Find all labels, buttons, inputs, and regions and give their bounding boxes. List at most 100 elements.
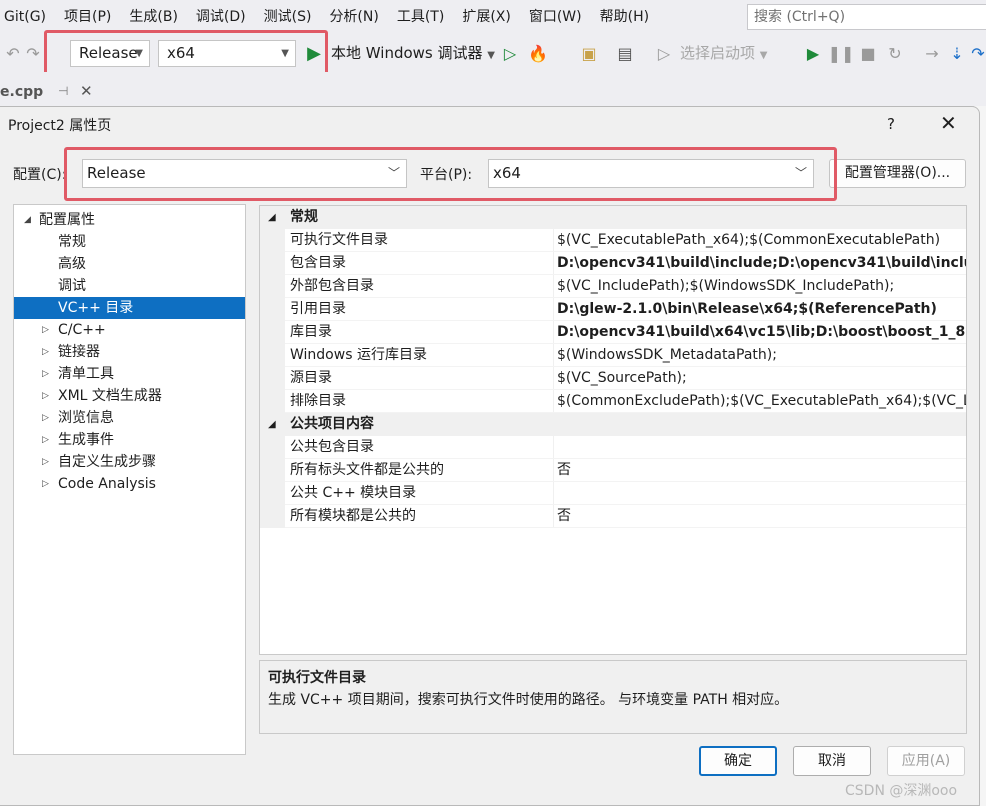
window-icon[interactable]: ▤	[614, 34, 636, 72]
property-value[interactable]: D:\glew-2.1.0\bin\Release\x64;$(Referenc…	[557, 298, 966, 321]
property-name: 源目录	[290, 370, 332, 386]
search-input[interactable]: 搜索 (Ctrl+Q)	[747, 4, 986, 30]
tree-item[interactable]: ▷ C/C++	[14, 319, 245, 341]
column-separator	[553, 367, 554, 390]
row-gutter	[260, 390, 285, 413]
select-startup-item[interactable]: 选择启动项 ▼	[680, 34, 768, 72]
tree-item[interactable]: 高级	[14, 253, 245, 275]
stop-icon[interactable]: ■	[858, 34, 878, 72]
menu-item[interactable]: 扩展(X)	[453, 0, 520, 34]
help-button[interactable]: ?	[887, 115, 895, 133]
property-row[interactable]: 排除目录 $(CommonExcludePath);$(VC_Executable…	[260, 390, 966, 413]
close-icon[interactable]: ✕	[940, 111, 957, 135]
pin-icon[interactable]: ⊣	[58, 84, 68, 98]
menu-item[interactable]: 调试(D)	[187, 0, 255, 34]
hot-reload-icon[interactable]: 🔥	[527, 34, 549, 72]
menu-item[interactable]: 帮助(H)	[591, 0, 658, 34]
tree-item[interactable]: ▷ Code Analysis	[14, 473, 245, 495]
step-over-icon[interactable]: ↷	[970, 34, 986, 72]
column-separator	[553, 275, 554, 298]
property-row[interactable]: 库目录 D:\opencv341\build\x64\vc15\lib;D:\bo…	[260, 321, 966, 344]
property-row[interactable]: 公共 C++ 模块目录	[260, 482, 966, 505]
property-value[interactable]: $(VC_SourcePath);	[557, 367, 966, 390]
configuration-manager-button[interactable]: 配置管理器(O)...	[829, 159, 966, 188]
pause-icon[interactable]: ❚❚	[828, 34, 855, 72]
step-arrow-icon[interactable]: →	[922, 34, 942, 72]
tree-item[interactable]: ▷ 链接器	[14, 341, 245, 363]
tree-item-label: 自定义生成步骤	[58, 454, 156, 470]
property-value[interactable]: 否	[557, 459, 966, 482]
row-gutter	[260, 459, 285, 482]
tree-item[interactable]: 常规	[14, 231, 245, 253]
close-tab-icon[interactable]: ✕	[80, 84, 93, 100]
continue-icon[interactable]: ▶	[803, 34, 823, 72]
tree-item[interactable]: 调试	[14, 275, 245, 297]
property-value[interactable]: 否	[557, 505, 966, 528]
category-row[interactable]: ◢ 常规	[260, 206, 966, 229]
menu-item[interactable]: 窗口(W)	[520, 0, 591, 34]
property-row[interactable]: 所有模块都是公共的 否	[260, 505, 966, 528]
back-icon[interactable]: ↶	[2, 34, 24, 72]
property-value[interactable]: D:\opencv341\build\x64\vc15\lib;D:\boost…	[557, 321, 966, 344]
column-separator	[553, 482, 554, 505]
redo-icon[interactable]: ↷	[22, 34, 44, 72]
menu-item[interactable]: 测试(S)	[255, 0, 321, 34]
property-row[interactable]: 所有标头文件都是公共的 否	[260, 459, 966, 482]
property-value[interactable]: $(VC_IncludePath);$(WindowsSDK_IncludePa…	[557, 275, 966, 298]
tree-item[interactable]: ▷ 自定义生成步骤	[14, 451, 245, 473]
menu-item[interactable]: Git(G)	[0, 0, 55, 34]
category-row[interactable]: ◢ 公共项目内容	[260, 413, 966, 436]
start-item-icon[interactable]: ▷	[655, 34, 673, 72]
property-row[interactable]: 公共包含目录	[260, 436, 966, 459]
property-value[interactable]: D:\opencv341\build\include;D:\opencv341\…	[557, 252, 966, 275]
property-row[interactable]: 包含目录 D:\opencv341\build\include;D:\opencv…	[260, 252, 966, 275]
menu-item[interactable]: 工具(T)	[388, 0, 453, 34]
expand-icon[interactable]: ▷	[42, 451, 49, 473]
description-title: 可执行文件目录	[268, 670, 366, 686]
menu-item[interactable]: 生成(B)	[120, 0, 187, 34]
tree-item[interactable]: ◢ 配置属性	[14, 209, 245, 231]
expand-icon[interactable]: ▷	[42, 341, 49, 363]
expand-icon[interactable]: ▷	[42, 429, 49, 451]
row-gutter	[260, 482, 285, 505]
collapse-icon[interactable]: ◢	[24, 209, 31, 231]
tree-item[interactable]: ▷ 浏览信息	[14, 407, 245, 429]
restart-icon[interactable]: ↻	[884, 34, 906, 72]
property-value[interactable]: $(CommonExcludePath);$(VC_ExecutablePath…	[557, 390, 966, 413]
expand-icon[interactable]: ▷	[42, 385, 49, 407]
collapse-icon[interactable]: ◢	[268, 206, 276, 229]
menu-item[interactable]: 分析(N)	[320, 0, 387, 34]
property-value[interactable]: $(WindowsSDK_MetadataPath);	[557, 344, 966, 367]
tree-item[interactable]: ▷ 生成事件	[14, 429, 245, 451]
property-value[interactable]: $(VC_ExecutablePath_x64);$(CommonExecuta…	[557, 229, 966, 252]
property-row[interactable]: 引用目录 D:\glew-2.1.0\bin\Release\x64;$(Refe…	[260, 298, 966, 321]
start-debug-icon[interactable]: ▶	[303, 34, 325, 72]
expand-icon[interactable]: ▷	[42, 363, 49, 385]
property-row[interactable]: 源目录 $(VC_SourcePath);	[260, 367, 966, 390]
ok-button[interactable]: 确定	[699, 746, 777, 776]
folder-search-icon[interactable]: ▣	[578, 34, 600, 72]
collapse-icon[interactable]: ◢	[268, 413, 276, 436]
cancel-button[interactable]: 取消	[793, 746, 871, 776]
run-debugger-button[interactable]: 本地 Windows 调试器 ▼	[331, 34, 495, 72]
column-separator	[553, 390, 554, 413]
row-gutter	[260, 298, 285, 321]
tree-item-label: 常规	[58, 234, 86, 250]
expand-icon[interactable]: ▷	[42, 319, 49, 341]
apply-button[interactable]: 应用(A)	[887, 746, 965, 776]
tree-item[interactable]: ▷ 清单工具	[14, 363, 245, 385]
step-into-icon[interactable]: ⇣	[947, 34, 967, 72]
expand-icon[interactable]: ▷	[42, 407, 49, 429]
menu-item[interactable]: 项目(P)	[55, 0, 120, 34]
document-tab[interactable]: e.cpp ⊣ ✕	[0, 84, 104, 106]
expand-icon[interactable]: ▷	[42, 473, 49, 495]
property-name: 排除目录	[290, 393, 346, 409]
row-gutter	[260, 275, 285, 298]
property-row[interactable]: 可执行文件目录 $(VC_ExecutablePath_x64);$(Common…	[260, 229, 966, 252]
tree-item[interactable]: ▷ XML 文档生成器	[14, 385, 245, 407]
tree-item[interactable]: VC++ 目录	[14, 297, 245, 319]
property-name: 包含目录	[290, 255, 346, 271]
start-without-debug-icon[interactable]: ▷	[500, 34, 520, 72]
property-row[interactable]: Windows 运行库目录 $(WindowsSDK_MetadataPath);	[260, 344, 966, 367]
property-row[interactable]: 外部包含目录 $(VC_IncludePath);$(WindowsSDK_Inc…	[260, 275, 966, 298]
